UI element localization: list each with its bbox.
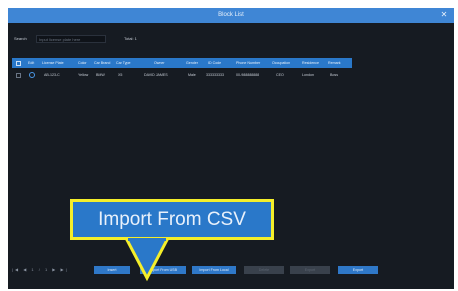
- cell-phone-number: 00-988888888: [236, 73, 260, 77]
- col-remark: Remark: [328, 61, 341, 65]
- delete-button[interactable]: Delete: [244, 266, 284, 274]
- window-title: Block List: [218, 12, 244, 18]
- col-edit: Edit: [28, 61, 35, 65]
- cell-license-plate: AB-123-C: [44, 73, 60, 77]
- col-car-type: Car Type: [116, 61, 131, 65]
- col-id-code: ID Code: [208, 61, 222, 65]
- row-checkbox[interactable]: [16, 72, 21, 78]
- cell-car-brand: BMW: [96, 73, 105, 77]
- block-list-window: Block List ✕ Search Total: 1 Edit Licens…: [8, 8, 454, 289]
- total-count: Total: 1: [124, 36, 137, 41]
- table-header: Edit License Plate Color Car Brand Car T…: [12, 58, 352, 68]
- search-input[interactable]: [36, 35, 106, 43]
- col-gender: Gender: [186, 61, 198, 65]
- col-car-brand: Car Brand: [94, 61, 111, 65]
- select-all-checkbox[interactable]: [16, 60, 21, 66]
- pagination[interactable]: |◀ ◀ 1 / 1 ▶ ▶|: [12, 264, 69, 276]
- col-phone-number: Phone Number: [236, 61, 261, 65]
- cell-gender: Male: [188, 73, 196, 77]
- export-button[interactable]: Export: [338, 266, 378, 274]
- col-owner: Owner: [154, 61, 165, 65]
- search-label: Search: [14, 36, 27, 41]
- cell-residence: London: [302, 73, 314, 77]
- title-bar: Block List ✕: [8, 8, 454, 23]
- table-row[interactable]: AB-123-C Yellow BMW X5 DAVID JAMES Male …: [12, 70, 352, 80]
- col-license-plate: License Plate: [42, 61, 64, 65]
- edit-icon[interactable]: [29, 72, 35, 78]
- close-icon[interactable]: ✕: [438, 9, 450, 21]
- callout-pointer: [124, 238, 170, 282]
- import-from-local-button[interactable]: Import From Local: [192, 266, 236, 274]
- export-disabled-button[interactable]: Export: [290, 266, 330, 274]
- col-residence: Residence: [302, 61, 319, 65]
- cell-color: Yellow: [78, 73, 89, 77]
- footer-bar: |◀ ◀ 1 / 1 ▶ ▶| Insert Import From USB I…: [8, 264, 454, 276]
- cell-car-type: X5: [118, 73, 123, 77]
- col-occupation: Occupation: [272, 61, 291, 65]
- cell-remark: Boss: [330, 73, 338, 77]
- callout-label: Import From CSV: [98, 209, 246, 230]
- col-color: Color: [78, 61, 87, 65]
- cell-occupation: CEO: [276, 73, 284, 77]
- cell-id-code: 333333333: [206, 73, 224, 77]
- callout-box: Import From CSV: [70, 199, 274, 240]
- cell-owner: DAVID JAMES: [144, 73, 168, 77]
